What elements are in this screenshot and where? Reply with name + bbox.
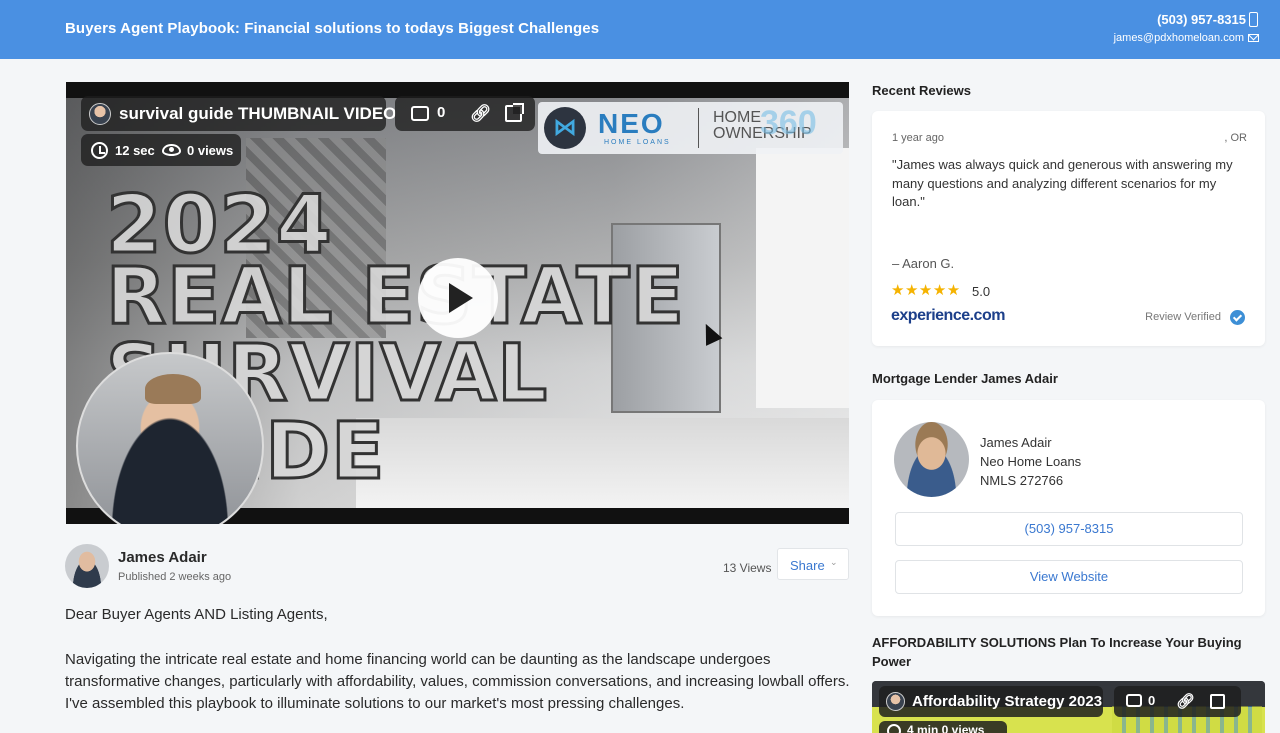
affordability-title-pill[interactable]: Affordability Strategy 2023 [879, 686, 1103, 717]
lender-details: James Adair Neo Home Loans NMLS 272766 [980, 433, 1081, 490]
lender-heading: Mortgage Lender James Adair [872, 371, 1058, 386]
comment-icon[interactable] [1126, 694, 1142, 707]
affordability-meta-pill: 4 min 0 views [879, 721, 1007, 733]
recent-reviews-heading: Recent Reviews [872, 83, 971, 98]
view-website-button[interactable]: View Website [895, 560, 1243, 594]
video-meta-pill: 12 sec 0 views [81, 134, 241, 166]
top-header-bar: Buyers Agent Playbook: Financial solutio… [0, 0, 1280, 59]
brand-neo-text: NEO [598, 108, 665, 139]
share-label: Share [790, 558, 825, 573]
clock-icon [91, 142, 108, 159]
lender-avatar [894, 422, 969, 497]
intro-paragraph: Navigating the intricate real estate and… [65, 651, 850, 712]
phone-icon [1249, 12, 1258, 27]
views-count: 13 Views [723, 561, 772, 575]
link-icon[interactable]: 🔗︎ [470, 105, 492, 123]
video-title-pill[interactable]: survival guide THUMBNAIL VIDEO [81, 96, 396, 131]
affordability-comment-count: 0 [1148, 693, 1156, 708]
experience-logo[interactable]: experience.com [891, 307, 1005, 325]
chevron-down-icon: ⌄ [830, 557, 838, 567]
clock-icon [887, 724, 901, 733]
link-icon[interactable]: 🔗︎ [1176, 692, 1195, 710]
greeting-text: Dear Buyer Agents AND Listing Agents, [65, 606, 328, 623]
lender-card: James Adair Neo Home Loans NMLS 272766 (… [872, 400, 1265, 616]
play-button[interactable] [418, 258, 498, 338]
author-avatar[interactable] [65, 544, 109, 588]
review-location: , OR [1224, 132, 1247, 144]
video-views: 0 views [187, 143, 234, 158]
eye-icon [162, 144, 181, 156]
external-link-icon[interactable] [505, 103, 524, 122]
brand-360-text: 360 [760, 104, 817, 142]
affordability-video[interactable]: Affordability Strategy 2023 0 🔗︎ 4 min 0… [872, 681, 1265, 733]
lender-nmls: NMLS 272766 [980, 473, 1064, 488]
creator-avatar [89, 103, 111, 125]
lender-name: James Adair [980, 435, 1052, 450]
brand-divider [698, 108, 699, 148]
star-rating-icon: ★★★★★ [891, 282, 961, 299]
thumbnail-text-real-estate: REAL ESTATE [105, 252, 686, 342]
lender-company: Neo Home Loans [980, 454, 1082, 469]
affordability-meta: 4 min 0 views [907, 723, 985, 733]
header-email-link[interactable]: james@pdxhomeloan.com [1114, 32, 1244, 44]
neo-logo-icon: ⋈ [544, 107, 586, 149]
external-link-icon[interactable] [1210, 694, 1225, 709]
share-button[interactable]: Share ⌄ [777, 548, 849, 580]
video-player[interactable]: 2024 REAL ESTATE SURVIVAL GUIDE ⋈ NEO HO… [66, 82, 849, 524]
rating-value: 5.0 [972, 284, 991, 299]
review-date: 1 year ago [892, 132, 944, 144]
verified-check-icon [1230, 310, 1245, 325]
comment-count: 0 [437, 104, 446, 121]
affordability-video-title: Affordability Strategy 2023 [912, 693, 1103, 710]
header-phone-link[interactable]: (503) 957-8315 [1157, 12, 1246, 27]
author-name[interactable]: James Adair [118, 549, 207, 566]
review-card: 1 year ago , OR "James was always quick … [872, 111, 1265, 346]
video-tools-pill: 0 🔗︎ [395, 96, 535, 131]
brand-neo-sub: HOME LOANS [604, 139, 671, 146]
affordability-tools-pill: 0 🔗︎ [1114, 686, 1241, 717]
affordability-heading: AFFORDABILITY SOLUTIONS Plan To Increase… [872, 635, 1242, 669]
lender-phone-button[interactable]: (503) 957-8315 [895, 512, 1243, 546]
video-title: survival guide THUMBNAIL VIDEO [119, 104, 397, 123]
review-quote: "James was always quick and generous wit… [892, 157, 1233, 209]
creator-avatar [886, 692, 905, 711]
review-verified-label: Review Verified [1145, 311, 1221, 323]
page-title: Buyers Agent Playbook: Financial solutio… [65, 20, 600, 37]
reviewer-name: – Aaron G. [892, 256, 955, 271]
publish-date: Published 2 weeks ago [118, 571, 232, 583]
mail-icon [1248, 34, 1259, 42]
video-duration: 12 sec [115, 143, 155, 158]
comment-icon[interactable] [411, 106, 429, 121]
neo-home-loans-logo: ⋈ NEO HOME LOANS HOME OWNERSHIP 360 [538, 102, 843, 154]
